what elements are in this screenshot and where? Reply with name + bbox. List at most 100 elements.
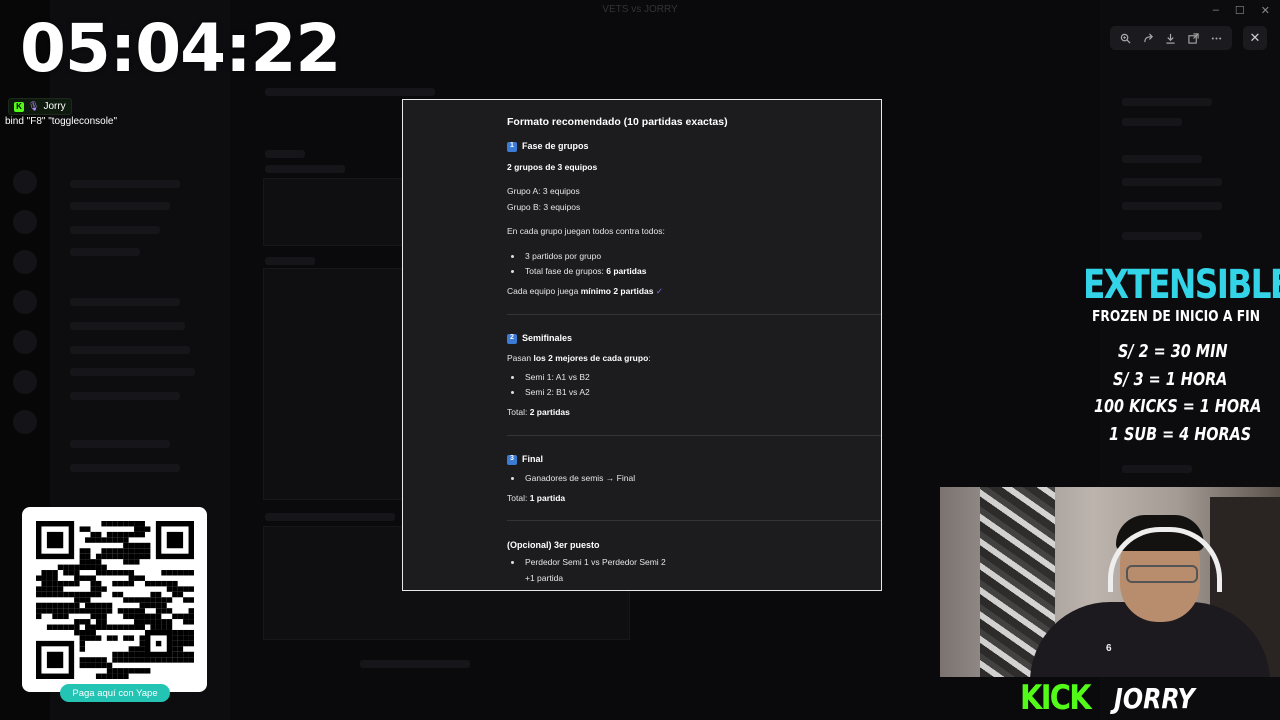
text-line: En cada grupo juegan todos contra todos: — [507, 226, 665, 236]
channel-row — [70, 464, 180, 472]
server-icon — [13, 170, 37, 194]
member-row — [1122, 178, 1222, 186]
kick-username: JORRY — [1114, 682, 1195, 715]
channel-row — [70, 202, 170, 210]
section-subtitle: 2 grupos de 3 equipos — [507, 162, 598, 172]
message-line — [265, 165, 345, 173]
total-bold-text: 2 partidas — [529, 407, 570, 417]
glasses — [1126, 565, 1198, 583]
kick-icon: K — [14, 101, 24, 112]
webcam-feed: 6 — [940, 487, 1280, 677]
server-icon — [13, 330, 37, 354]
voice-user-name: Jorry — [43, 101, 66, 112]
server-icon — [13, 290, 37, 314]
promo-rate-line: S/ 3 = 1 HORA — [1113, 369, 1228, 390]
kick-logo: KICK — [1020, 678, 1092, 718]
total-text: Total: — [507, 493, 530, 503]
message-line — [360, 660, 470, 668]
download-icon[interactable] — [1163, 30, 1179, 46]
total-text: Total: — [507, 407, 530, 417]
message-line — [265, 150, 305, 158]
intro-bold-text: los 2 mejores de cada grupo — [533, 353, 649, 363]
forward-icon[interactable] — [1140, 30, 1156, 46]
embed-card — [263, 178, 405, 246]
divider — [507, 435, 881, 436]
server-icon — [13, 370, 37, 394]
note-bold-text: mínimo 2 partidas — [580, 286, 654, 296]
minimize-icon[interactable]: – — [1213, 4, 1219, 17]
maximize-icon[interactable]: ☐ — [1235, 4, 1245, 17]
promo-rate-line: 1 SUB = 4 HORAS — [1109, 424, 1252, 445]
zoom-in-icon[interactable] — [1117, 30, 1133, 46]
window-close-icon[interactable]: ✕ — [1261, 4, 1270, 17]
channel-row — [70, 346, 190, 354]
channel-row — [70, 440, 170, 448]
member-row — [1122, 98, 1212, 106]
bullet-item: Semi 1: A1 vs B2 — [507, 372, 590, 383]
channel-row — [70, 180, 180, 188]
voice-user-badge: K 🎙 Jorry — [8, 98, 72, 115]
channel-row — [70, 392, 180, 400]
number-1-icon: 1 — [507, 141, 517, 152]
section-title: Semifinales — [522, 333, 573, 343]
bullet-item: Semi 2: B1 vs A2 — [507, 387, 590, 398]
section-title: Final — [522, 454, 544, 464]
check-icon: ✓ — [655, 286, 663, 296]
member-row — [1122, 232, 1202, 240]
server-icon — [13, 250, 37, 274]
divider — [507, 314, 881, 315]
text-line: Total: 2 partidas — [507, 407, 570, 418]
doc-title: Formato recomendado (10 partidas exactas… — [507, 116, 728, 128]
promo-subtitle: FROZEN DE INICIO A FIN — [1092, 307, 1260, 325]
server-icon — [13, 410, 37, 434]
viewer-toolbar — [1110, 26, 1232, 50]
text-line: Pasan los 2 mejores de cada grupo: — [507, 353, 651, 364]
section-heading: 2 Semifinales — [507, 333, 572, 344]
text-line: Cada equipo juega mínimo 2 partidas ✓ — [507, 286, 663, 297]
bullet-text: Total fase de grupos: — [525, 266, 607, 276]
section-heading: 3 Final — [507, 454, 543, 465]
console-bind-text: bind "F8" "toggleconsole" — [5, 116, 118, 127]
member-row — [1122, 118, 1182, 126]
more-icon[interactable] — [1209, 30, 1225, 46]
intro-text: Pasan — [507, 353, 534, 363]
channel-row — [70, 248, 140, 256]
microphone-icon: 🎙 — [28, 101, 40, 111]
promo-title: EXTENSIBLE — [1083, 262, 1280, 308]
channel-row — [70, 322, 185, 330]
intro-suffix: : — [648, 353, 651, 363]
section-title: (Opcional) 3er puesto — [507, 540, 600, 550]
note-text: Cada equipo juega — [507, 286, 581, 296]
qr-code — [36, 521, 194, 679]
member-row — [1122, 202, 1222, 210]
message-line — [265, 257, 315, 265]
section-title: Fase de grupos — [522, 141, 589, 151]
section-heading: (Opcional) 3er puesto — [507, 540, 600, 551]
bullet-item: Ganadores de semis → Final — [507, 473, 635, 484]
server-icon — [13, 210, 37, 234]
channel-row — [70, 298, 180, 306]
yape-payment-button[interactable]: Paga aquí con Yape — [60, 684, 170, 702]
text-line: Total: 1 partida — [507, 493, 565, 504]
text-line: +1 partida — [525, 573, 564, 583]
qr-card — [22, 507, 207, 692]
channel-row — [70, 368, 195, 376]
bullet-item: 3 partidos por grupo — [507, 251, 601, 262]
text-line: Grupo A: 3 equipos — [507, 186, 580, 196]
window-title: VETS vs JORRY — [602, 4, 678, 15]
window-controls[interactable]: – ☐ ✕ — [1213, 4, 1270, 17]
open-external-icon[interactable] — [1186, 30, 1202, 46]
number-2-icon: 2 — [507, 333, 517, 344]
number-3-icon: 3 — [507, 454, 517, 465]
promo-rate-line: S/ 2 = 30 MIN — [1118, 341, 1228, 362]
member-row — [1122, 465, 1192, 473]
promo-rate-line: 100 KICKS = 1 HORA — [1094, 396, 1262, 417]
jersey-number: 6 — [1106, 643, 1112, 654]
bullet-bold-text: 6 partidas — [606, 266, 647, 276]
close-icon[interactable]: ✕ — [1243, 26, 1267, 50]
message-line — [265, 513, 395, 521]
text-line: Grupo B: 3 equipos — [507, 202, 581, 212]
total-bold-text: 1 partida — [529, 493, 566, 503]
section-heading: 1 Fase de grupos — [507, 141, 589, 152]
member-row — [1122, 155, 1202, 163]
